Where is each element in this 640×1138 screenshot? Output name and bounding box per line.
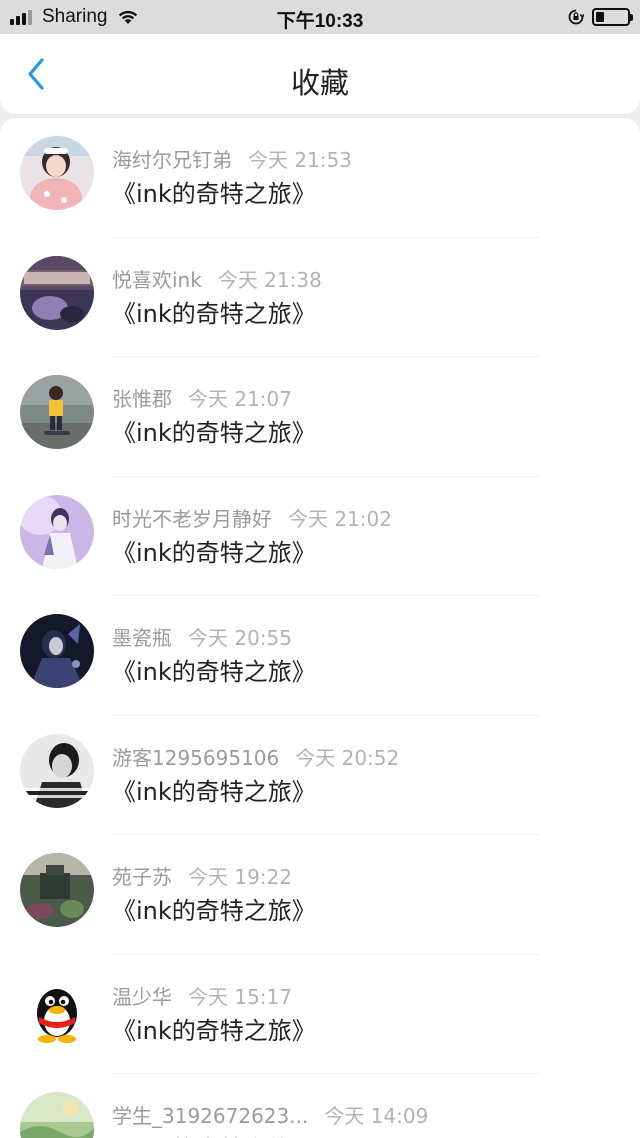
username: 墨瓷瓶	[112, 626, 172, 650]
username: 张惟郡	[112, 387, 172, 411]
favorites-list: 海纣尔兄钉弟 今天 21:53 《ink的奇特之旅》 悦喜欢ink 今天 21:38	[0, 118, 640, 1138]
list-item: 墨瓷瓶 今天 20:55 《ink的奇特之旅》	[0, 596, 640, 716]
status-right	[568, 0, 633, 34]
timestamp: 今天 20:52	[295, 745, 400, 770]
status-bar: Sharing 下午10:33	[0, 0, 640, 34]
penguin-icon	[20, 972, 94, 1047]
avatar[interactable]	[20, 494, 94, 569]
favorite-entry[interactable]: 悦喜欢ink 今天 21:38 《ink的奇特之旅》	[0, 255, 640, 336]
status-time: 下午10:33	[276, 11, 364, 32]
timestamp: 今天 21:02	[288, 506, 392, 531]
list-item: 苑子苏 今天 19:22 《ink的奇特之旅》	[0, 835, 640, 955]
timestamp: 今天 15:17	[188, 984, 292, 1009]
entry-meta: 海纣尔兄钉弟 今天 21:53	[112, 144, 352, 173]
username: 海纣尔兄钉弟	[112, 148, 232, 172]
timestamp: 今天 21:53	[248, 148, 352, 172]
favorite-entry[interactable]: 时光不老岁月静好 今天 21:02 《ink的奇特之旅》	[0, 494, 640, 575]
rotation-lock-icon	[568, 9, 584, 25]
entry-meta: 学生_3192672623... 今天 14:09	[112, 1100, 428, 1129]
list-item: 学生_3192672623... 今天 14:09 《ink的奇特之旅》	[0, 1074, 640, 1138]
avatar[interactable]	[20, 1092, 94, 1138]
list-item: 时光不老岁月静好 今天 21:02 《ink的奇特之旅》	[0, 477, 640, 596]
favorite-entry[interactable]: 苑子苏 今天 19:22 《ink的奇特之旅》	[0, 853, 640, 933]
avatar[interactable]	[20, 255, 94, 330]
avatar[interactable]	[20, 972, 94, 1047]
favorite-entry[interactable]: 张惟郡 今天 21:07 《ink的奇特之旅》	[0, 375, 640, 455]
work-title[interactable]: 《ink的奇特之旅》	[112, 174, 316, 209]
work-title[interactable]: 《ink的奇特之旅》	[112, 772, 316, 807]
favorite-entry[interactable]: 墨瓷瓶 今天 20:55 《ink的奇特之旅》	[0, 614, 640, 694]
username: 时光不老岁月静好	[112, 506, 272, 531]
navigation-bar: 收藏	[0, 34, 640, 114]
avatar[interactable]	[20, 733, 94, 808]
avatar[interactable]	[20, 614, 94, 688]
username: 苑子苏	[112, 865, 172, 889]
entry-meta: 时光不老岁月静好 今天 21:02	[112, 503, 392, 532]
timestamp: 今天 14:09	[324, 1104, 429, 1128]
username: 学生_3192672623...	[112, 1104, 309, 1128]
timestamp: 今天 20:55	[188, 626, 292, 650]
entry-meta: 苑子苏 今天 19:22	[112, 861, 292, 890]
timestamp: 今天 21:38	[217, 267, 322, 292]
username: 游客1295695106	[112, 745, 280, 770]
work-title[interactable]: 《ink的奇特之旅》	[112, 1130, 316, 1138]
entry-meta: 温少华 今天 15:17	[112, 981, 292, 1010]
timestamp: 今天 19:22	[188, 865, 292, 889]
battery-icon	[592, 8, 633, 26]
work-title[interactable]: 《ink的奇特之旅》	[112, 652, 316, 687]
favorite-entry[interactable]: 游客1295695106 今天 20:52 《ink的奇特之旅》	[0, 733, 640, 814]
work-title[interactable]: 《ink的奇特之旅》	[112, 891, 316, 926]
entry-meta: 墨瓷瓶 今天 20:55	[112, 622, 292, 651]
list-item: 游客1295695106 今天 20:52 《ink的奇特之旅》	[0, 716, 640, 835]
list-item: 悦喜欢ink 今天 21:38 《ink的奇特之旅》	[0, 238, 640, 357]
favorite-entry[interactable]: 温少华 今天 15:17 《ink的奇特之旅》	[0, 972, 640, 1053]
work-title[interactable]: 《ink的奇特之旅》	[112, 533, 316, 568]
timestamp: 今天 21:07	[188, 387, 292, 411]
favorite-entry[interactable]: 海纣尔兄钉弟 今天 21:53 《ink的奇特之旅》	[0, 136, 640, 216]
list-item: 海纣尔兄钉弟 今天 21:53 《ink的奇特之旅》	[0, 118, 640, 238]
entry-meta: 张惟郡 今天 21:07	[112, 383, 292, 412]
list-item: 张惟郡 今天 21:07 《ink的奇特之旅》	[0, 357, 640, 477]
entry-meta: 游客1295695106 今天 20:52	[112, 742, 399, 771]
work-title[interactable]: 《ink的奇特之旅》	[112, 1011, 316, 1046]
username: 悦喜欢ink	[112, 267, 202, 292]
favorite-entry[interactable]: 学生_3192672623... 今天 14:09 《ink的奇特之旅》	[0, 1092, 640, 1138]
avatar[interactable]	[20, 136, 94, 210]
list-item: 温少华 今天 15:17 《ink的奇特之旅》	[0, 955, 640, 1074]
work-title[interactable]: 《ink的奇特之旅》	[112, 294, 316, 329]
avatar[interactable]	[20, 853, 94, 927]
work-title[interactable]: 《ink的奇特之旅》	[112, 413, 316, 448]
username: 温少华	[112, 984, 172, 1009]
entry-meta: 悦喜欢ink 今天 21:38	[112, 264, 322, 293]
avatar[interactable]	[20, 375, 94, 449]
page-title: 收藏	[290, 66, 349, 100]
